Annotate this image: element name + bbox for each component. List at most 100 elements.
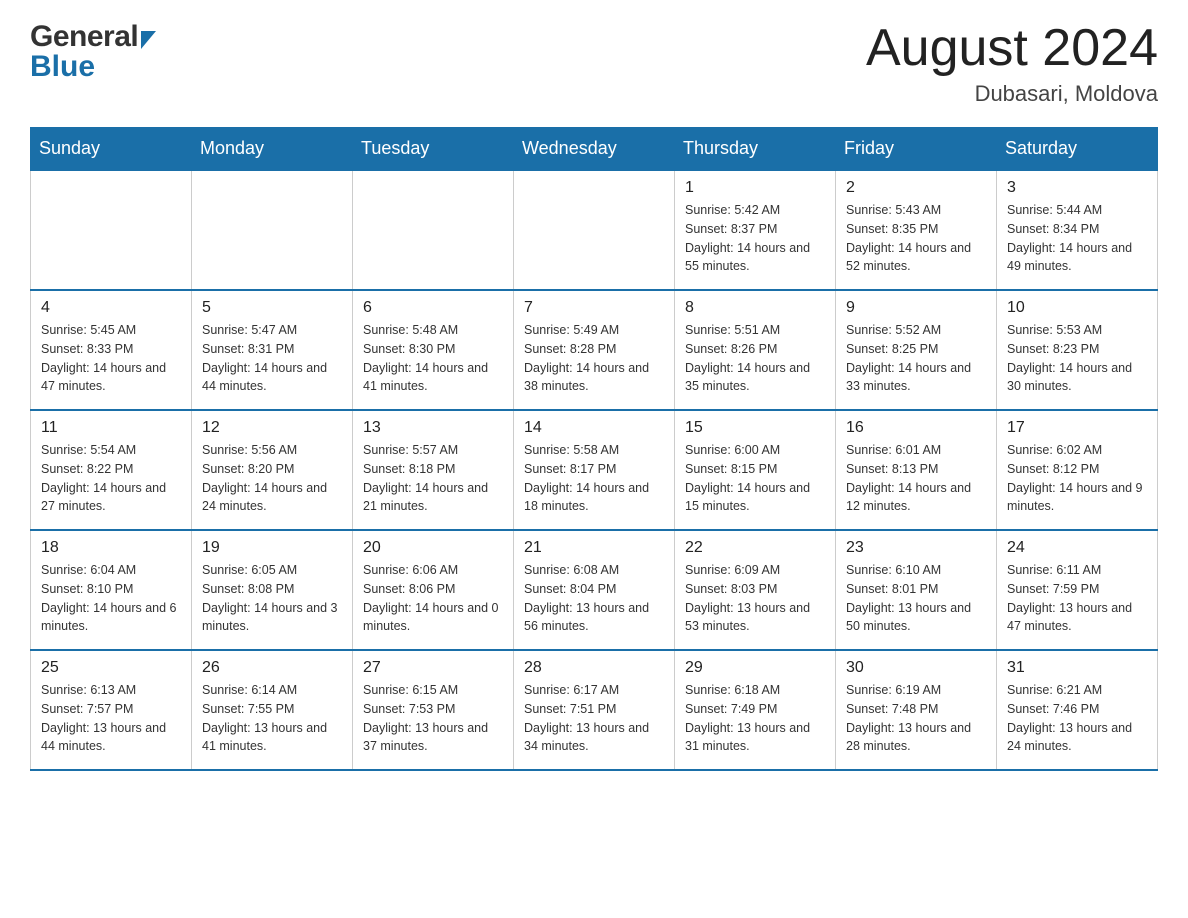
day-number: 18 [41,539,181,557]
day-info: Sunrise: 5:52 AMSunset: 8:25 PMDaylight:… [846,321,986,396]
calendar-day-cell: 19 Sunrise: 6:05 AMSunset: 8:08 PMDayligh… [192,530,353,650]
calendar-day-cell: 12 Sunrise: 5:56 AMSunset: 8:20 PMDayligh… [192,410,353,530]
calendar-day-cell [31,170,192,290]
calendar-day-header: Sunday [31,128,192,171]
day-number: 25 [41,659,181,677]
calendar-day-cell: 10 Sunrise: 5:53 AMSunset: 8:23 PMDayligh… [997,290,1158,410]
calendar-day-cell: 20Sunrise: 6:06 AMSunset: 8:06 PMDayligh… [353,530,514,650]
calendar-day-cell: 23 Sunrise: 6:10 AMSunset: 8:01 PMDayligh… [836,530,997,650]
calendar-day-cell: 22 Sunrise: 6:09 AMSunset: 8:03 PMDayligh… [675,530,836,650]
logo: General Blue [30,20,156,84]
day-number: 9 [846,299,986,317]
day-number: 11 [41,419,181,437]
calendar-day-cell: 2 Sunrise: 5:43 AMSunset: 8:35 PMDaylight… [836,170,997,290]
calendar-day-cell: 15 Sunrise: 6:00 AMSunset: 8:15 PMDayligh… [675,410,836,530]
calendar-day-header: Tuesday [353,128,514,171]
day-number: 17 [1007,419,1147,437]
calendar-day-header: Thursday [675,128,836,171]
calendar-day-header: Friday [836,128,997,171]
calendar-week-row: 1 Sunrise: 5:42 AMSunset: 8:37 PMDaylight… [31,170,1158,290]
day-info: Sunrise: 6:00 AMSunset: 8:15 PMDaylight:… [685,441,825,516]
calendar-day-cell: 5 Sunrise: 5:47 AMSunset: 8:31 PMDaylight… [192,290,353,410]
calendar-day-cell: 6 Sunrise: 5:48 AMSunset: 8:30 PMDaylight… [353,290,514,410]
day-number: 5 [202,299,342,317]
day-number: 12 [202,419,342,437]
day-info: Sunrise: 5:44 AMSunset: 8:34 PMDaylight:… [1007,201,1147,276]
day-number: 1 [685,179,825,197]
day-info: Sunrise: 5:43 AMSunset: 8:35 PMDaylight:… [846,201,986,276]
day-number: 31 [1007,659,1147,677]
day-info: Sunrise: 5:47 AMSunset: 8:31 PMDaylight:… [202,321,342,396]
day-info: Sunrise: 6:04 AMSunset: 8:10 PMDaylight:… [41,561,181,636]
day-info: Sunrise: 5:42 AMSunset: 8:37 PMDaylight:… [685,201,825,276]
day-number: 6 [363,299,503,317]
day-info: Sunrise: 6:18 AMSunset: 7:49 PMDaylight:… [685,681,825,756]
day-info: Sunrise: 6:05 AMSunset: 8:08 PMDaylight:… [202,561,342,636]
calendar-day-cell: 25 Sunrise: 6:13 AMSunset: 7:57 PMDayligh… [31,650,192,770]
calendar-table: SundayMondayTuesdayWednesdayThursdayFrid… [30,127,1158,771]
calendar-day-cell: 18 Sunrise: 6:04 AMSunset: 8:10 PMDayligh… [31,530,192,650]
day-info: Sunrise: 5:45 AMSunset: 8:33 PMDaylight:… [41,321,181,396]
calendar-day-cell: 21 Sunrise: 6:08 AMSunset: 8:04 PMDayligh… [514,530,675,650]
calendar-day-cell: 16 Sunrise: 6:01 AMSunset: 8:13 PMDayligh… [836,410,997,530]
calendar-header-row: SundayMondayTuesdayWednesdayThursdayFrid… [31,128,1158,171]
calendar-day-cell: 8Sunrise: 5:51 AMSunset: 8:26 PMDaylight… [675,290,836,410]
page-header: General Blue August 2024 Dubasari, Moldo… [30,20,1158,107]
day-info: Sunrise: 6:13 AMSunset: 7:57 PMDaylight:… [41,681,181,756]
day-number: 7 [524,299,664,317]
day-number: 15 [685,419,825,437]
day-info: Sunrise: 5:56 AMSunset: 8:20 PMDaylight:… [202,441,342,516]
day-number: 2 [846,179,986,197]
calendar-day-cell: 24Sunrise: 6:11 AMSunset: 7:59 PMDayligh… [997,530,1158,650]
day-info: Sunrise: 6:10 AMSunset: 8:01 PMDaylight:… [846,561,986,636]
logo-general-text: General [30,20,138,54]
day-number: 13 [363,419,503,437]
calendar-day-cell: 29 Sunrise: 6:18 AMSunset: 7:49 PMDayligh… [675,650,836,770]
location: Dubasari, Moldova [866,81,1158,107]
calendar-day-cell: 28Sunrise: 6:17 AMSunset: 7:51 PMDayligh… [514,650,675,770]
day-number: 27 [363,659,503,677]
calendar-day-cell [353,170,514,290]
calendar-week-row: 18 Sunrise: 6:04 AMSunset: 8:10 PMDayligh… [31,530,1158,650]
day-number: 30 [846,659,986,677]
logo-chevron-icon [141,31,156,49]
day-number: 21 [524,539,664,557]
calendar-day-cell: 26Sunrise: 6:14 AMSunset: 7:55 PMDayligh… [192,650,353,770]
day-info: Sunrise: 6:15 AMSunset: 7:53 PMDaylight:… [363,681,503,756]
day-info: Sunrise: 6:17 AMSunset: 7:51 PMDaylight:… [524,681,664,756]
day-info: Sunrise: 6:08 AMSunset: 8:04 PMDaylight:… [524,561,664,636]
day-number: 26 [202,659,342,677]
day-info: Sunrise: 5:57 AMSunset: 8:18 PMDaylight:… [363,441,503,516]
day-info: Sunrise: 5:51 AMSunset: 8:26 PMDaylight:… [685,321,825,396]
day-info: Sunrise: 6:19 AMSunset: 7:48 PMDaylight:… [846,681,986,756]
calendar-day-header: Wednesday [514,128,675,171]
calendar-day-header: Saturday [997,128,1158,171]
logo-blue-text: Blue [30,50,95,84]
month-title: August 2024 [866,20,1158,77]
day-info: Sunrise: 5:53 AMSunset: 8:23 PMDaylight:… [1007,321,1147,396]
day-number: 4 [41,299,181,317]
day-info: Sunrise: 6:06 AMSunset: 8:06 PMDaylight:… [363,561,503,636]
day-info: Sunrise: 5:58 AMSunset: 8:17 PMDaylight:… [524,441,664,516]
day-info: Sunrise: 6:09 AMSunset: 8:03 PMDaylight:… [685,561,825,636]
calendar-day-cell: 31Sunrise: 6:21 AMSunset: 7:46 PMDayligh… [997,650,1158,770]
day-info: Sunrise: 5:49 AMSunset: 8:28 PMDaylight:… [524,321,664,396]
day-number: 14 [524,419,664,437]
day-number: 29 [685,659,825,677]
day-number: 10 [1007,299,1147,317]
day-number: 3 [1007,179,1147,197]
day-info: Sunrise: 6:01 AMSunset: 8:13 PMDaylight:… [846,441,986,516]
calendar-week-row: 4 Sunrise: 5:45 AMSunset: 8:33 PMDaylight… [31,290,1158,410]
day-number: 23 [846,539,986,557]
calendar-day-cell [514,170,675,290]
day-info: Sunrise: 6:02 AMSunset: 8:12 PMDaylight:… [1007,441,1147,516]
day-number: 19 [202,539,342,557]
calendar-day-cell: 1 Sunrise: 5:42 AMSunset: 8:37 PMDaylight… [675,170,836,290]
day-info: Sunrise: 5:48 AMSunset: 8:30 PMDaylight:… [363,321,503,396]
day-number: 22 [685,539,825,557]
calendar-day-cell: 14 Sunrise: 5:58 AMSunset: 8:17 PMDayligh… [514,410,675,530]
calendar-day-cell: 13 Sunrise: 5:57 AMSunset: 8:18 PMDayligh… [353,410,514,530]
day-info: Sunrise: 6:11 AMSunset: 7:59 PMDaylight:… [1007,561,1147,636]
calendar-day-cell: 3 Sunrise: 5:44 AMSunset: 8:34 PMDaylight… [997,170,1158,290]
day-number: 16 [846,419,986,437]
